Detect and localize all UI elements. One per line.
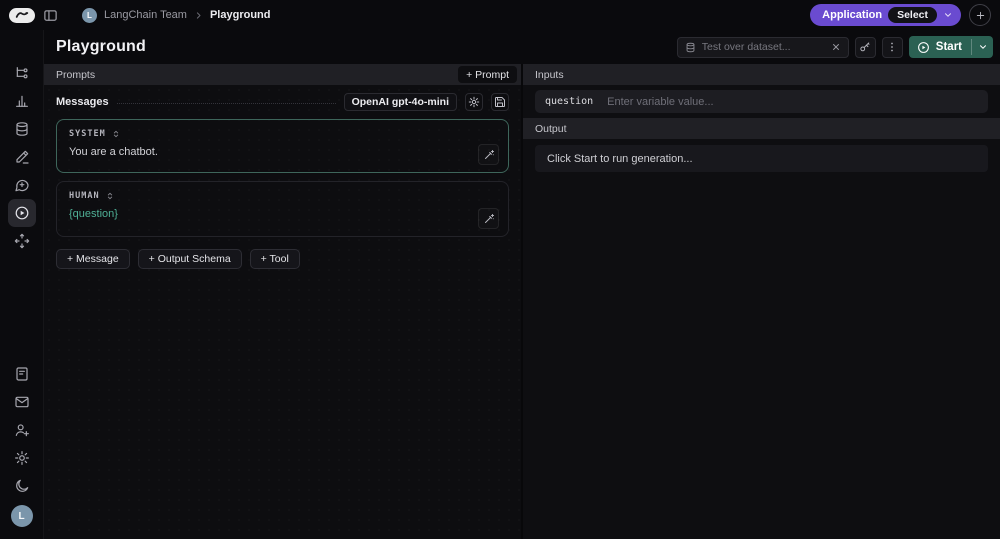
start-options-chevron-down-icon[interactable] xyxy=(972,36,993,58)
sidebar-item-deployments[interactable] xyxy=(8,227,36,255)
add-prompt-button[interactable]: + Prompt xyxy=(458,66,517,83)
sidebar-item-dark-mode[interactable] xyxy=(8,472,36,500)
test-over-dataset-box[interactable] xyxy=(676,36,849,58)
chevrons-up-down-icon[interactable] xyxy=(111,129,121,139)
message-actions-row: + Message + Output Schema + Tool xyxy=(56,249,509,269)
sidebar-item-playground[interactable] xyxy=(7,199,36,227)
message-role-label: SYSTEM xyxy=(69,129,106,139)
chevron-down-icon xyxy=(943,10,953,20)
inputs-header: Inputs xyxy=(523,64,1000,85)
inputs-header-label: Inputs xyxy=(535,68,564,81)
application-select-button[interactable]: Application Select xyxy=(810,4,961,26)
breadcrumb: L LangChain Team Playground xyxy=(82,7,271,23)
system-message-block[interactable]: SYSTEM You are a chatbot. xyxy=(56,119,509,173)
page-title: Playground xyxy=(56,38,147,55)
output-placeholder-text: Click Start to run generation... xyxy=(547,152,693,165)
model-settings-gear-icon[interactable] xyxy=(465,93,483,111)
chevrons-up-down-icon[interactable] xyxy=(105,191,115,201)
breadcrumb-page[interactable]: Playground xyxy=(210,9,271,21)
api-key-button[interactable] xyxy=(854,36,876,58)
sidebar-item-home[interactable] xyxy=(8,31,36,59)
sidebar-top-group xyxy=(7,31,36,255)
sidebar-item-datasets[interactable] xyxy=(8,115,36,143)
topbar: L LangChain Team Playground Application … xyxy=(0,0,1000,30)
sidebar-item-settings[interactable] xyxy=(8,444,36,472)
sidebar-item-monitoring[interactable] xyxy=(8,87,36,115)
system-message-content[interactable]: You are a chatbot. xyxy=(69,146,496,158)
playground-app: L LangChain Team Playground Application … xyxy=(0,0,1000,539)
variable-value-input[interactable] xyxy=(607,95,978,108)
breadcrumb-team[interactable]: LangChain Team xyxy=(104,9,187,21)
output-placeholder-row: Click Start to run generation... xyxy=(535,145,988,172)
prompts-header-label: Prompts xyxy=(56,68,96,81)
sidebar-item-prompts[interactable] xyxy=(8,171,36,199)
add-message-button[interactable]: + Message xyxy=(56,249,130,269)
dataset-search-input[interactable] xyxy=(701,41,825,53)
input-variable-row[interactable]: question xyxy=(535,90,988,113)
team-avatar: L xyxy=(82,7,97,23)
play-icon xyxy=(917,41,930,54)
chevron-right-icon xyxy=(194,11,203,20)
wand-icon[interactable] xyxy=(478,144,499,165)
messages-label: Messages xyxy=(56,96,109,108)
content: Playground Test over dataset... Start Pr… xyxy=(44,30,1000,539)
add-button[interactable] xyxy=(969,4,991,26)
message-role-label: HUMAN xyxy=(69,191,100,201)
page-header: Playground Test over dataset... Start xyxy=(44,30,1000,64)
close-icon[interactable] xyxy=(831,42,841,52)
start-button[interactable]: Start xyxy=(908,36,993,58)
langsmith-logo[interactable] xyxy=(9,7,35,23)
save-icon[interactable] xyxy=(491,93,509,111)
add-tool-button[interactable]: + Tool xyxy=(249,249,300,269)
prompts-panel-header: Prompts + Prompt xyxy=(44,64,521,85)
start-label: Start xyxy=(935,41,962,53)
variable-name-label: question xyxy=(545,96,594,107)
sidebar-item-mail[interactable] xyxy=(8,388,36,416)
messages-toolbar: Messages OpenAI gpt-4o-mini xyxy=(56,93,509,111)
human-message-content[interactable]: {question} xyxy=(69,208,496,220)
prompts-panel: Prompts + Prompt Messages OpenAI gpt-4o-… xyxy=(44,64,521,539)
wand-icon[interactable] xyxy=(478,208,499,229)
sidebar-bottom-group: L xyxy=(8,360,36,527)
sidebar-item-annotation[interactable] xyxy=(8,143,36,171)
human-message-block[interactable]: HUMAN {question} xyxy=(56,181,509,237)
output-header: Output xyxy=(523,118,1000,139)
model-select-button[interactable]: OpenAI gpt-4o-mini xyxy=(343,93,457,111)
sidebar-item-invite-user[interactable] xyxy=(8,416,36,444)
sidebar-item-tracing[interactable] xyxy=(8,59,36,87)
user-avatar[interactable]: L xyxy=(10,505,33,527)
io-panel: Inputs question Output Click Start to ru… xyxy=(523,64,1000,539)
sidebar-item-docs[interactable] xyxy=(8,360,36,388)
select-pill[interactable]: Select xyxy=(888,7,937,23)
application-label: Application xyxy=(822,9,883,21)
more-options-button[interactable] xyxy=(881,36,903,58)
sidebar: L xyxy=(0,30,44,539)
database-icon xyxy=(685,42,696,53)
panel-toggle-icon[interactable] xyxy=(43,8,58,23)
output-header-label: Output xyxy=(535,122,567,135)
add-output-schema-button[interactable]: + Output Schema xyxy=(137,249,242,269)
prompt-body: Messages OpenAI gpt-4o-mini SYSTEM You a… xyxy=(44,85,521,539)
dotted-divider xyxy=(116,102,336,104)
